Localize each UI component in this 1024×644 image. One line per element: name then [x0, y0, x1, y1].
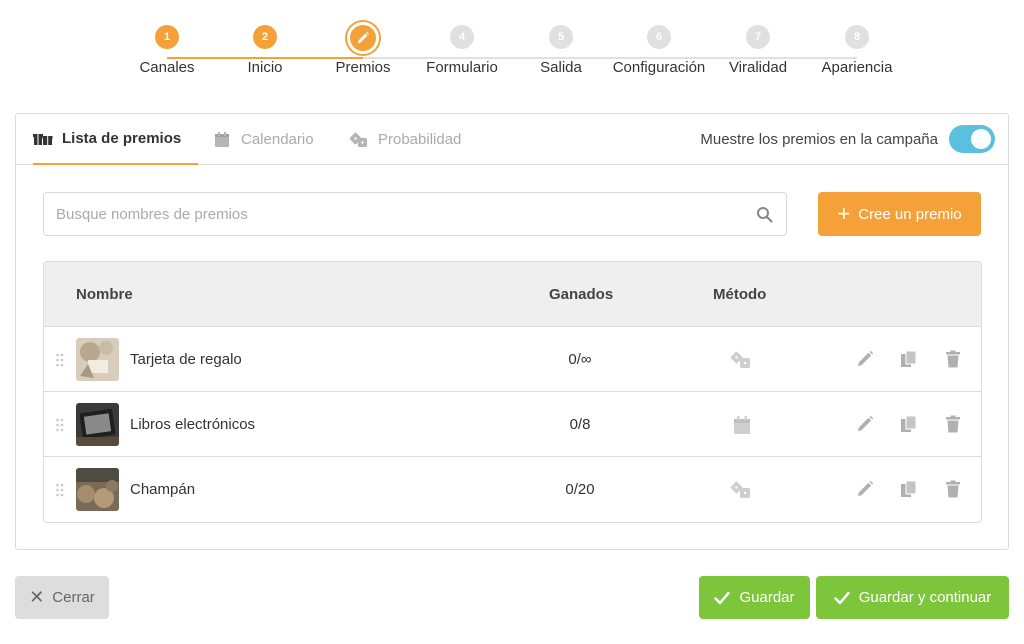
save-and-continue-label: Guardar y continuar	[858, 589, 992, 606]
tab-label: Lista de premios	[62, 130, 182, 147]
calendar-icon	[734, 416, 756, 434]
prize-thumbnail	[76, 403, 119, 446]
duplicate-icon[interactable]	[899, 414, 919, 434]
step-number: 7	[746, 25, 770, 49]
edit-icon[interactable]	[855, 349, 875, 369]
calendar-icon	[212, 132, 232, 148]
step-number: 6	[647, 25, 671, 49]
close-button[interactable]: ✕ Cerrar	[15, 576, 109, 619]
prizes-table: Nombre Ganados Método Tarjeta de regalo …	[43, 261, 982, 523]
prize-name: Tarjeta de regalo	[130, 351, 242, 368]
step-number: 1	[155, 25, 179, 49]
dice-icon	[730, 351, 752, 369]
pencil-icon	[347, 22, 379, 54]
close-label: Cerrar	[52, 589, 95, 606]
check-icon	[834, 591, 850, 604]
tab-bar: Lista de premios Calendario Probabilidad…	[16, 114, 1008, 165]
save-label: Guardar	[739, 589, 795, 606]
column-header-name[interactable]: Nombre	[76, 262, 133, 327]
create-prize-button[interactable]: + Cree un premio	[818, 192, 981, 236]
prize-name: Champán	[130, 481, 196, 498]
edit-icon[interactable]	[855, 479, 875, 499]
table-row[interactable]: Champán 0/20	[44, 457, 981, 522]
tab-label: Probabilidad	[378, 131, 462, 148]
close-icon: ✕	[29, 587, 45, 607]
table-row[interactable]: Tarjeta de regalo 0/∞	[44, 327, 981, 392]
gifts-icon	[33, 131, 53, 147]
step-number: 2	[253, 25, 277, 49]
duplicate-icon[interactable]	[899, 349, 919, 369]
table-row[interactable]: Libros electrónicos 0/8	[44, 392, 981, 457]
prize-thumbnail	[76, 338, 119, 381]
dice-icon	[730, 481, 752, 499]
column-header-method[interactable]: Método	[713, 262, 766, 327]
prize-won-count: 0/8	[569, 416, 591, 433]
edit-icon[interactable]	[855, 414, 875, 434]
tab-lista-de-premios[interactable]: Lista de premios	[33, 114, 199, 165]
prize-won-count: 0/20	[565, 481, 595, 498]
prize-thumbnail	[76, 468, 119, 511]
plus-icon: +	[837, 201, 851, 226]
step-number: 5	[549, 25, 573, 49]
trash-icon[interactable]	[943, 479, 963, 499]
save-and-continue-button[interactable]: Guardar y continuar	[816, 576, 1009, 619]
column-header-won[interactable]: Ganados	[549, 262, 613, 327]
search-input[interactable]	[56, 193, 746, 235]
search-icon[interactable]	[756, 206, 774, 224]
duplicate-icon[interactable]	[899, 479, 919, 499]
prizes-panel: Lista de premios Calendario Probabilidad…	[15, 113, 1009, 550]
step-label: Apariencia	[821, 59, 893, 76]
show-prizes-label: Muestre los premios en la campaña	[700, 131, 938, 148]
check-icon	[714, 591, 731, 604]
prize-name: Libros electrónicos	[130, 416, 256, 433]
drag-handle-icon[interactable]	[55, 483, 65, 497]
toggle-knob	[971, 129, 991, 149]
show-prizes-toggle[interactable]	[949, 125, 995, 153]
tab-probabilidad[interactable]: Probabilidad	[349, 114, 461, 165]
trash-icon[interactable]	[943, 349, 963, 369]
table-header: Nombre Ganados Método	[44, 262, 981, 327]
search-box	[43, 192, 787, 236]
step-number: 8	[845, 25, 869, 49]
step-number: 4	[450, 25, 474, 49]
trash-icon[interactable]	[943, 414, 963, 434]
tab-calendario[interactable]: Calendario	[212, 114, 314, 165]
tab-label: Calendario	[241, 131, 314, 148]
drag-handle-icon[interactable]	[55, 418, 65, 432]
dice-icon	[349, 132, 369, 148]
save-button[interactable]: Guardar	[699, 576, 810, 619]
prize-won-count: 0/∞	[568, 351, 592, 368]
create-prize-label: Cree un premio	[858, 205, 962, 223]
progress-stepper: 1 Canales 2 Inicio Premios 4 Formulario …	[0, 22, 1024, 82]
drag-handle-icon[interactable]	[55, 353, 65, 367]
